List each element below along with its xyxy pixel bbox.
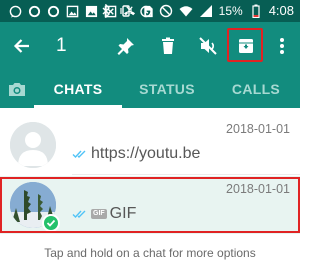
more-options-button[interactable] [270, 34, 294, 58]
signal-icon [199, 4, 213, 18]
bluetooth-icon [99, 4, 113, 18]
status-right-icons: 15% 4:08 [99, 3, 294, 19]
chat-list-item[interactable]: 2018-01-01 https://youtu.be [0, 116, 300, 174]
delete-icon [162, 37, 174, 54]
default-avatar-icon [10, 122, 56, 168]
circle-icon [46, 4, 60, 18]
more-icon [280, 38, 284, 54]
selected-chat-highlight-box [0, 177, 300, 233]
battery-icon [249, 4, 263, 18]
tab-status[interactable]: STATUS [122, 70, 212, 108]
hint-text: Tap and hold on a chat for more options [44, 246, 256, 260]
tab-bar: CHATS STATUS CALLS [0, 70, 300, 108]
circle-icon [27, 4, 41, 18]
whatsapp-icon [8, 4, 22, 18]
avatar [10, 122, 56, 168]
chat-preview: https://youtu.be [72, 144, 200, 164]
do-not-disturb-icon [159, 4, 173, 18]
back-icon [13, 39, 29, 53]
picture-icon [84, 4, 98, 18]
status-bar: 15% 4:08 [0, 0, 300, 22]
tab-calls[interactable]: CALLS [212, 70, 300, 108]
selection-toolbar: 1 [0, 22, 300, 70]
image-icon [65, 4, 79, 18]
selected-count: 1 [56, 35, 67, 56]
double-tick-icon [72, 150, 86, 159]
archive-button[interactable] [234, 34, 258, 58]
alarm-icon [139, 4, 153, 18]
battery-percent: 15% [218, 4, 243, 18]
vibrate-icon [119, 4, 133, 18]
tab-chats[interactable]: CHATS [34, 70, 122, 108]
mute-button[interactable] [196, 34, 220, 58]
pin-button[interactable] [114, 34, 138, 58]
active-tab-indicator [34, 105, 122, 108]
pin-icon [117, 38, 134, 55]
chat-preview-text: https://youtu.be [91, 145, 201, 162]
status-time: 4:08 [268, 3, 294, 18]
archive-icon [239, 39, 253, 53]
back-button[interactable] [10, 34, 34, 58]
mute-icon [199, 37, 217, 55]
wifi-icon [179, 4, 193, 18]
tab-camera[interactable] [0, 70, 34, 108]
delete-button[interactable] [156, 34, 180, 58]
divider [72, 174, 300, 175]
camera-icon [9, 83, 25, 96]
chat-date: 2018-01-01 [226, 122, 290, 136]
